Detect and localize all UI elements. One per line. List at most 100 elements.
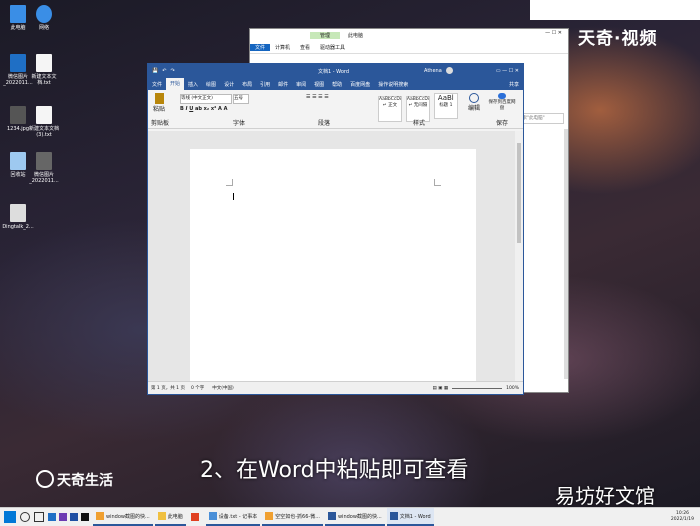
word-icon [389,512,398,520]
search-icon[interactable] [20,512,30,522]
redo-icon[interactable]: ↷ [170,68,174,74]
desktop-icon-network[interactable]: 网络 [26,5,62,31]
save-to-baidu-button[interactable]: 保存到百度网盘 [488,93,516,111]
word-window[interactable]: 💾 ↶ ↷ 文档1 - Word Athena ▭ — ☐ ✕ 文件 开始 插入… [147,63,524,395]
tab-help[interactable]: 帮助 [328,81,346,88]
status-bar: 第 1 页，共 1 页 0 个字 中文(中国) ▤ ▣ ▦ 100% [148,381,523,394]
word-titlebar: 💾 ↶ ↷ 文档1 - Word Athena ▭ — ☐ ✕ [148,64,523,78]
recycle-bin-icon [10,152,26,170]
text-file-icon [36,54,52,72]
office-icon [190,513,199,521]
image-file-icon [10,54,26,72]
taskbar-item-office[interactable] [188,509,204,525]
taskbar-item-word-doc[interactable]: window截图的快... [324,508,385,526]
tab-mailings[interactable]: 邮件 [274,81,292,88]
taskbar-item-notepad[interactable]: 设备.txt - 记事本 [205,508,261,526]
clipboard-group-label: 剪贴板 [151,120,170,127]
tab-layout[interactable]: 布局 [238,81,256,88]
pinned-apps[interactable] [48,513,89,521]
browser-icon [265,512,274,520]
explorer-tab-drive-tools[interactable]: 驱动器工具 [315,44,350,51]
tab-insert[interactable]: 插入 [184,81,202,88]
document-canvas [148,131,515,389]
manage-tab[interactable]: 管理 [310,31,341,39]
page-count[interactable]: 第 1 页，共 1 页 [151,385,185,391]
tell-me-search[interactable]: 操作说明搜索 [374,81,412,88]
word-title: 文档1 - Word [318,68,350,75]
explorer-tab-view[interactable]: 查看 [295,44,315,51]
watermark-top-right: 天奇·视频 [578,29,658,49]
notepad-icon [208,512,217,520]
margin-mark-top-left [226,179,233,186]
taskbar-item-this-pc[interactable]: 此电脑 [154,508,186,526]
zoom-slider[interactable] [452,387,503,389]
word-user[interactable]: Athena [424,68,442,74]
font-name-select[interactable]: 等线 (中文正文) [180,94,232,104]
tab-draw[interactable]: 绘图 [202,81,220,88]
computer-icon [10,5,26,23]
font-size-select[interactable]: 五号 [233,94,249,104]
system-clock[interactable]: 10:26 2022/1/19 [671,511,694,523]
desktop-icon-wechat-image-2[interactable]: 微信图片_2022011... [26,152,62,184]
start-button[interactable] [4,511,16,523]
word-count[interactable]: 0 个字 [191,385,204,391]
network-icon [36,5,52,23]
style-normal[interactable]: AaBbCcDi ↵ 正文 [378,96,402,122]
task-view-icon[interactable] [34,512,44,522]
font-group-label: 字体 [233,120,246,127]
cloud-icon [498,93,506,99]
edit-button[interactable]: 编辑 [468,93,480,112]
image-file-icon [10,204,26,222]
folder-icon [157,512,166,520]
explorer-scrollbar[interactable] [564,129,568,379]
top-white-strip [530,0,700,20]
zoom-level[interactable]: 100% [506,386,519,391]
taskbar: window截图的快... 此电脑 设备.txt - 记事本 空空如也-抓66-… [0,507,700,526]
avatar[interactable] [446,67,453,74]
tab-design[interactable]: 设计 [220,81,238,88]
desktop-icon-text-file[interactable]: 新建文本文档.txt [26,54,62,86]
image-file-icon [10,106,26,124]
tab-home[interactable]: 开始 [166,78,185,90]
taskbar-item-window-screenshot[interactable]: window截图的快... [93,508,153,526]
clipboard-icon [154,93,164,104]
tab-references[interactable]: 引用 [256,81,274,88]
style-heading-1[interactable]: AaBl 标题 1 [433,93,458,119]
scrollbar-thumb[interactable] [517,143,521,243]
video-subtitle: 2、在Word中粘贴即可查看 [200,458,469,483]
explorer-window-controls[interactable]: — ☐ ✕ [545,30,562,36]
tab-baidu-netdisk[interactable]: 百度网盘 [346,81,374,88]
watermark-bottom-left: 天奇生活 [36,470,113,490]
tab-view[interactable]: 视图 [310,81,328,88]
tab-file[interactable]: 文件 [148,81,166,88]
word-window-controls[interactable]: ▭ — ☐ ✕ [496,68,519,74]
view-buttons[interactable]: ▤ ▣ ▦ [433,386,449,391]
paragraph-buttons[interactable]: ☰ ☰ ☰ ☰ [306,94,329,100]
desktop-background: 天奇·视频 此电脑 网络 微信图片_2022011... 新建文本文档.txt … [0,0,700,508]
text-cursor [233,193,234,200]
taskbar-item-word-active[interactable]: 文档1 - Word [386,508,434,526]
word-icon [327,512,336,520]
explorer-titlebar: 管理 此电脑 — ☐ ✕ [250,29,568,41]
document-scrollbar[interactable] [515,131,523,381]
document-page[interactable] [190,149,476,389]
paste-button[interactable]: 粘贴 [152,93,166,113]
explorer-tab-file[interactable]: 文件 [250,43,271,51]
margin-mark-top-right [434,179,441,186]
save-group-label: 保存 [496,120,509,127]
save-icon[interactable]: 💾 [152,68,158,74]
taskbar-item-browser[interactable]: 空空如也-抓66-微... [262,508,323,526]
font-format-buttons[interactable]: B I U ab x₂ x² A A [180,106,227,112]
share-button[interactable]: 共享 [505,81,523,88]
desktop-icon-text-file-3[interactable]: 新建文本文档(3).txt [26,106,62,138]
app-icon [96,512,104,520]
desktop-icon-dingtalk[interactable]: Dingtalk_2... [0,204,36,230]
explorer-tab-computer[interactable]: 计算机 [270,44,295,51]
explorer-ribbon-tabs: 文件 计算机 查看 驱动器工具 [250,41,568,54]
text-file-icon [36,106,52,124]
styles-group-label: 样式 [413,120,426,127]
paragraph-group-label: 段落 [318,120,331,127]
language[interactable]: 中文(中国) [212,385,234,391]
tab-review[interactable]: 审阅 [292,81,310,88]
undo-icon[interactable]: ↶ [162,68,166,74]
